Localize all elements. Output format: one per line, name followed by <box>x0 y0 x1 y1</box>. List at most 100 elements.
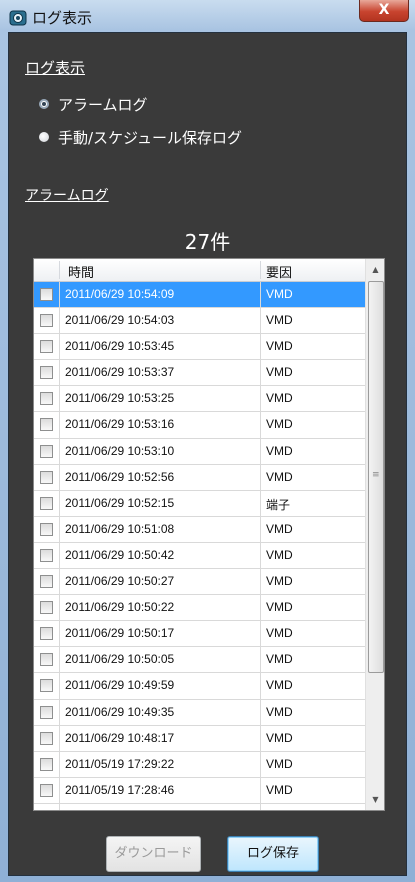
row-checkbox[interactable] <box>40 548 53 562</box>
column-gridline <box>59 282 60 810</box>
row-cause: VMD <box>266 547 293 562</box>
row-checkbox[interactable] <box>40 731 53 745</box>
column-divider <box>59 261 60 279</box>
table-row[interactable]: 2011/06/29 10:53:37 VMD <box>34 360 365 387</box>
row-cause: VMD <box>266 469 293 484</box>
dialog-body: ログ表示 アラームログ 手動/スケジュール保存ログ アラームログ 27件 時間 … <box>8 32 407 876</box>
table-row[interactable]: 2011/06/29 10:51:08 VMD <box>34 517 365 543</box>
close-icon: X <box>378 2 390 18</box>
row-checkbox[interactable] <box>40 444 53 458</box>
table-row[interactable]: 2011/06/29 10:53:10 VMD <box>34 439 365 465</box>
table-row[interactable]: 2011/06/29 10:48:17 VMD <box>34 726 365 752</box>
row-cause: VMD <box>266 365 293 380</box>
table-row[interactable]: 2011/06/29 10:54:09 VMD <box>34 282 365 309</box>
row-cause: VMD <box>266 730 293 745</box>
row-checkbox[interactable] <box>40 392 53 406</box>
download-button[interactable]: ダウンロード <box>106 836 201 872</box>
table-row[interactable]: 2011/06/29 10:50:05 VMD <box>34 647 365 674</box>
row-cause: VMD <box>266 626 293 641</box>
scrollbar-thumb[interactable]: ≡ <box>368 281 384 673</box>
row-time: 2011/06/29 10:53:37 <box>65 365 175 380</box>
column-header-time[interactable]: 時間 <box>68 262 94 281</box>
row-checkbox[interactable] <box>40 314 53 328</box>
row-checkbox[interactable] <box>40 627 53 641</box>
table-row[interactable]: 2011/06/29 10:50:17 VMD <box>34 621 365 648</box>
row-checkbox[interactable] <box>40 522 53 536</box>
radio-alarm-log-label: アラームログ <box>58 96 148 114</box>
table-row[interactable]: 2011/06/29 10:50:27 VMD <box>34 569 365 596</box>
row-cause: VMD <box>266 391 293 406</box>
row-checkbox[interactable] <box>40 783 53 797</box>
row-cause: VMD <box>266 574 293 589</box>
row-cause: VMD <box>266 782 293 797</box>
table-row[interactable]: 2011/05/19 17:29:22 VMD <box>34 752 365 778</box>
table-row[interactable]: 2011/06/29 10:52:56 VMD <box>34 465 365 491</box>
row-checkbox[interactable] <box>40 470 53 484</box>
row-time: 2011/06/29 10:50:05 <box>65 652 175 667</box>
row-cause: VMD <box>266 756 293 771</box>
grip-icon: ≡ <box>372 470 380 480</box>
row-time: 2011/06/29 10:50:22 <box>65 600 175 615</box>
row-cause: VMD <box>266 600 293 615</box>
table-header: 時間 要因 <box>34 259 365 282</box>
alarm-log-heading: アラームログ <box>25 188 109 204</box>
row-checkbox[interactable] <box>40 653 53 667</box>
row-time: 2011/06/29 10:50:42 <box>65 547 175 562</box>
row-time: 2011/06/29 10:54:03 <box>65 313 175 328</box>
table-row[interactable]: 2011/06/29 10:53:25 VMD <box>34 386 365 413</box>
row-time: 2011/06/29 10:50:17 <box>65 626 175 641</box>
row-checkbox[interactable] <box>40 705 53 719</box>
row-time: 2011/06/29 10:53:10 <box>65 443 175 458</box>
close-button[interactable]: X <box>359 0 409 22</box>
save-log-button[interactable]: ログ保存 <box>227 836 319 872</box>
row-time: 2011/06/29 10:51:08 <box>65 521 175 536</box>
table-row[interactable]: 2011/06/29 10:53:45 VMD <box>34 334 365 361</box>
scroll-up-arrow-icon[interactable]: ▲ <box>366 261 384 278</box>
row-checkbox[interactable] <box>40 340 53 354</box>
scroll-down-arrow-icon[interactable]: ▼ <box>366 791 384 808</box>
table-row[interactable]: 2011/06/29 10:52:15 端子 <box>34 491 365 517</box>
row-time: 2011/05/19 17:28:46 <box>65 782 175 797</box>
row-time: 2011/06/29 10:53:25 <box>65 391 175 406</box>
vertical-scrollbar[interactable]: ▲ ≡ ▼ <box>365 259 384 810</box>
table-row[interactable]: 2011/06/29 10:49:35 VMD <box>34 700 365 726</box>
table-row[interactable]: 2011/06/29 10:49:59 VMD <box>34 673 365 700</box>
row-cause: VMD <box>266 704 293 719</box>
window-title: ログ表示 <box>32 9 93 27</box>
row-time: 2011/06/29 10:53:45 <box>65 339 175 354</box>
row-cause: VMD <box>266 521 293 536</box>
row-cause: VMD <box>266 417 293 432</box>
table-row[interactable]: 2011/06/29 10:54:03 VMD <box>34 308 365 335</box>
log-section-heading: ログ表示 <box>25 59 86 77</box>
table-row[interactable]: 2011/06/29 10:50:22 VMD <box>34 595 365 622</box>
row-checkbox[interactable] <box>40 496 53 510</box>
table-body: 2011/06/29 10:54:09 VMD 2011/06/29 10:54:0… <box>34 282 365 804</box>
row-time: 2011/06/29 10:54:09 <box>65 287 175 301</box>
table-row[interactable]: 2011/06/29 10:50:42 VMD <box>34 543 365 570</box>
row-time: 2011/05/19 17:29:22 <box>65 756 175 771</box>
camera-app-icon <box>9 10 27 26</box>
table-row[interactable]: 2011/06/29 10:53:16 VMD <box>34 412 365 439</box>
row-time: 2011/06/29 10:49:35 <box>65 704 175 719</box>
alarm-log-table[interactable]: 時間 要因 2011/06/29 10:54:09 VMD 2011/06/29 1… <box>33 258 385 811</box>
column-divider <box>260 261 261 279</box>
row-cause: VMD <box>266 443 293 458</box>
row-time: 2011/06/29 10:50:27 <box>65 574 175 589</box>
row-checkbox[interactable] <box>40 288 53 301</box>
row-time: 2011/06/29 10:52:15 <box>65 495 175 510</box>
row-cause: VMD <box>266 313 293 328</box>
column-gridline <box>260 282 261 810</box>
row-checkbox[interactable] <box>40 757 53 771</box>
row-cause: 端子 <box>266 497 291 512</box>
table-row[interactable]: 2011/05/19 17:28:46 VMD <box>34 778 365 804</box>
row-checkbox[interactable] <box>40 679 53 693</box>
row-checkbox[interactable] <box>40 575 53 589</box>
radio-unselected-icon <box>39 132 49 142</box>
row-checkbox[interactable] <box>40 601 53 615</box>
row-time: 2011/06/29 10:52:56 <box>65 469 175 484</box>
row-checkbox[interactable] <box>40 418 53 432</box>
column-header-cause[interactable]: 要因 <box>266 262 292 281</box>
row-checkbox[interactable] <box>40 366 53 380</box>
row-cause: VMD <box>266 678 293 693</box>
title-bar[interactable]: ログ表示 X <box>0 0 415 32</box>
